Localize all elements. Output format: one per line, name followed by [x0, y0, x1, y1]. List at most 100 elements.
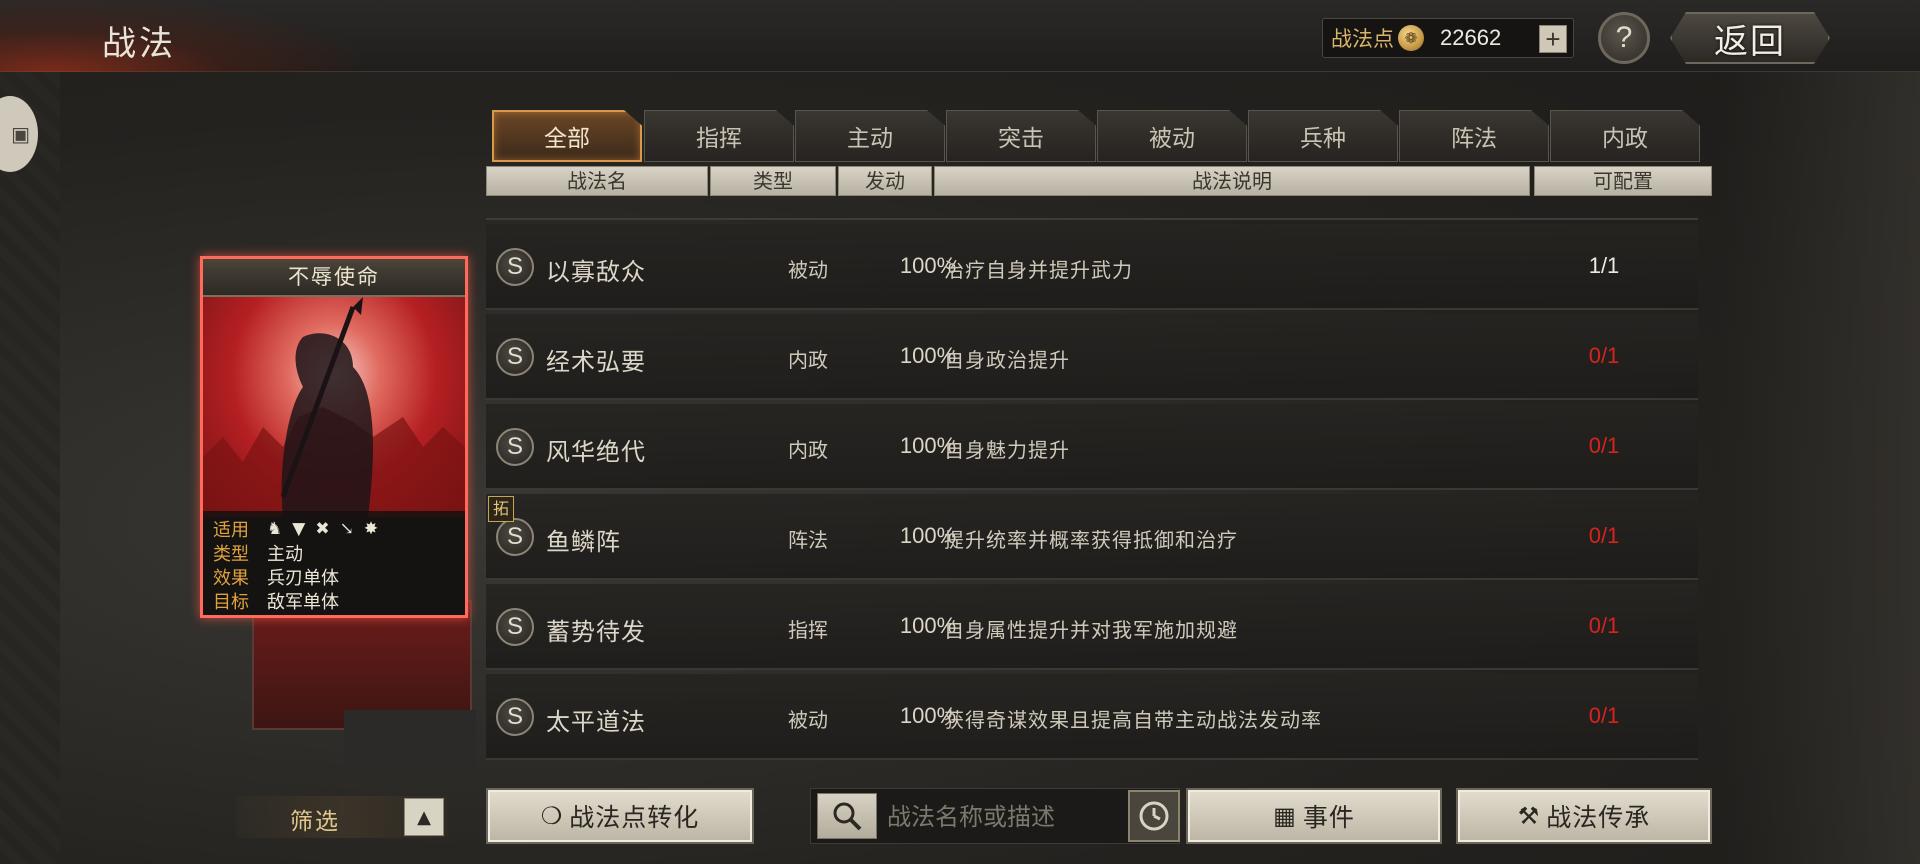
tactic-config: 0/1 [1588, 433, 1620, 458]
table-row[interactable]: S 风华绝代 内政 100% 自身魅力提升 0/1 [486, 404, 1698, 490]
tactic-name: 鱼鳞阵 [546, 528, 621, 556]
warrior-silhouette-icon [203, 297, 465, 517]
tactic-desc: 治疗自身并提升武力 [944, 258, 1133, 282]
tactic-desc: 提升统率并概率获得抵御和治疗 [944, 528, 1238, 552]
tactic-name: 蓄势待发 [546, 618, 646, 646]
tab-troop[interactable]: 兵种 [1248, 110, 1398, 162]
page-title: 战法 [102, 24, 176, 64]
category-tabs: 全部 指挥 主动 突击 被动 兵种 阵法 内政 [490, 110, 1702, 164]
tab-active[interactable]: 主动 [795, 110, 945, 162]
effect-value: 兵刃单体 [267, 568, 339, 589]
tactic-config: 0/1 [1588, 343, 1620, 368]
tactic-desc: 自身政治提升 [944, 348, 1070, 372]
tab-internal[interactable]: 内政 [1550, 110, 1700, 162]
tab-all[interactable]: 全部 [492, 110, 642, 162]
convert-label: 战法点转化 [569, 803, 700, 832]
card-title: 不辱使命 [203, 259, 465, 297]
history-button[interactable] [1128, 790, 1180, 842]
archer-icon: ✖ [315, 519, 330, 539]
applicable-label: 适用 [213, 520, 249, 541]
grade-icon: S [496, 338, 534, 376]
tactic-name: 太平道法 [546, 708, 646, 736]
tactic-desc: 自身魅力提升 [944, 438, 1070, 462]
tactic-config: 0/1 [1588, 523, 1620, 548]
tab-formation[interactable]: 阵法 [1399, 110, 1549, 162]
search-button[interactable] [817, 793, 877, 839]
card-shadow-art-2 [344, 710, 476, 770]
event-button[interactable]: ▦ 事件 [1186, 788, 1442, 844]
left-pattern [0, 72, 60, 864]
inherit-button[interactable]: ⚒ 战法传承 [1456, 788, 1712, 844]
grade-icon: S [496, 518, 534, 556]
table-row[interactable]: S 太平道法 被动 100% 获得奇谋效果且提高自带主动战法发动率 0/1 [486, 674, 1698, 760]
grade-icon: S [496, 698, 534, 736]
col-rate[interactable]: 发动 [838, 166, 932, 196]
target-label: 目标 [213, 592, 249, 613]
back-label: 返回 [1714, 21, 1786, 62]
table-row[interactable]: S 以寡敌众 被动 100% 治疗自身并提升武力 1/1 [486, 224, 1698, 310]
expand-badge: 拓 [488, 496, 514, 522]
tactic-points-box: 战法点 ❁ 22662 + [1322, 18, 1574, 58]
tactic-type: 阵法 [788, 528, 828, 552]
grade-icon: S [496, 428, 534, 466]
clock-icon [1139, 801, 1169, 831]
search-input[interactable] [887, 797, 1117, 837]
tactic-name: 风华绝代 [546, 438, 646, 466]
hammer-icon: ⚒ [1517, 802, 1541, 830]
type-label: 类型 [213, 544, 249, 565]
event-book-icon: ▦ [1273, 802, 1297, 830]
event-label: 事件 [1302, 803, 1355, 832]
tactic-type: 内政 [788, 348, 828, 372]
inherit-label: 战法传承 [1546, 803, 1651, 832]
back-button[interactable]: 返回 [1670, 12, 1830, 64]
spear-icon: ↘ [339, 519, 354, 539]
grade-icon: S [496, 248, 534, 286]
add-points-button[interactable]: + [1539, 25, 1567, 53]
tactic-card[interactable]: 不辱使命 适用 ♞ ▼ ✖ ↘ ✸ 类型 主动 效果 兵刃单体 目标 敌军单体 [200, 256, 468, 618]
table-row[interactable]: S 蓄势待发 指挥 100% 自身属性提升并对我军施加规避 0/1 [486, 584, 1698, 670]
table-row[interactable]: S 经术弘要 内政 100% 自身政治提升 0/1 [486, 314, 1698, 400]
tactic-type: 被动 [788, 258, 828, 282]
col-name[interactable]: 战法名 [486, 166, 708, 196]
puzzle-icon: ▣ [11, 122, 30, 146]
tab-command[interactable]: 指挥 [644, 110, 794, 162]
right-shading [1720, 72, 1920, 864]
wheel-icon: ✸ [363, 519, 379, 539]
triangle-up-icon: ▲ [417, 806, 431, 828]
points-value: 22662 [1440, 25, 1502, 50]
tactic-desc: 自身属性提升并对我军施加规避 [944, 618, 1238, 642]
tactic-desc: 获得奇谋效果且提高自带主动战法发动率 [944, 708, 1322, 732]
col-type[interactable]: 类型 [710, 166, 836, 196]
filter-control: 筛选 ▲ [236, 796, 448, 838]
filter-label[interactable]: 筛选 [290, 802, 340, 836]
table-row[interactable]: S 鱼鳞阵 阵法 100% 提升统率并概率获得抵御和治疗 0/1 [486, 494, 1698, 580]
convert-points-button[interactable]: ❍ 战法点转化 [486, 788, 754, 844]
target-value: 敌军单体 [267, 592, 339, 613]
tab-passive[interactable]: 被动 [1097, 110, 1247, 162]
points-label: 战法点 [1331, 27, 1394, 51]
cavalry-icon: ♞ [267, 519, 283, 539]
help-button[interactable]: ? [1598, 12, 1650, 64]
tactic-config: 1/1 [1588, 253, 1620, 278]
tactic-type: 指挥 [788, 618, 828, 642]
effect-label: 效果 [213, 568, 249, 589]
tactic-name: 以寡敌众 [546, 258, 646, 286]
tactic-type: 内政 [788, 438, 828, 462]
tactic-name: 经术弘要 [546, 348, 646, 376]
points-coin-icon: ❁ [1398, 25, 1424, 51]
tactic-config: 0/1 [1588, 703, 1620, 728]
tactic-config: 0/1 [1588, 613, 1620, 638]
shield-icon: ▼ [292, 519, 306, 539]
filter-toggle-button[interactable]: ▲ [404, 798, 444, 836]
coin-icon: ❍ [540, 802, 564, 830]
title-glow [0, 0, 360, 72]
card-artwork [203, 297, 465, 517]
type-value: 主动 [267, 544, 303, 565]
search-box [810, 788, 1180, 844]
tab-assault[interactable]: 突击 [946, 110, 1096, 162]
col-desc[interactable]: 战法说明 [934, 166, 1530, 196]
card-info: 适用 ♞ ▼ ✖ ↘ ✸ 类型 主动 效果 兵刃单体 目标 敌军单体 [203, 511, 465, 615]
tactic-type: 被动 [788, 708, 828, 732]
top-bar: 战法 战法点 ❁ 22662 + ? 返回 [0, 0, 1920, 72]
col-config[interactable]: 可配置 [1534, 166, 1712, 196]
